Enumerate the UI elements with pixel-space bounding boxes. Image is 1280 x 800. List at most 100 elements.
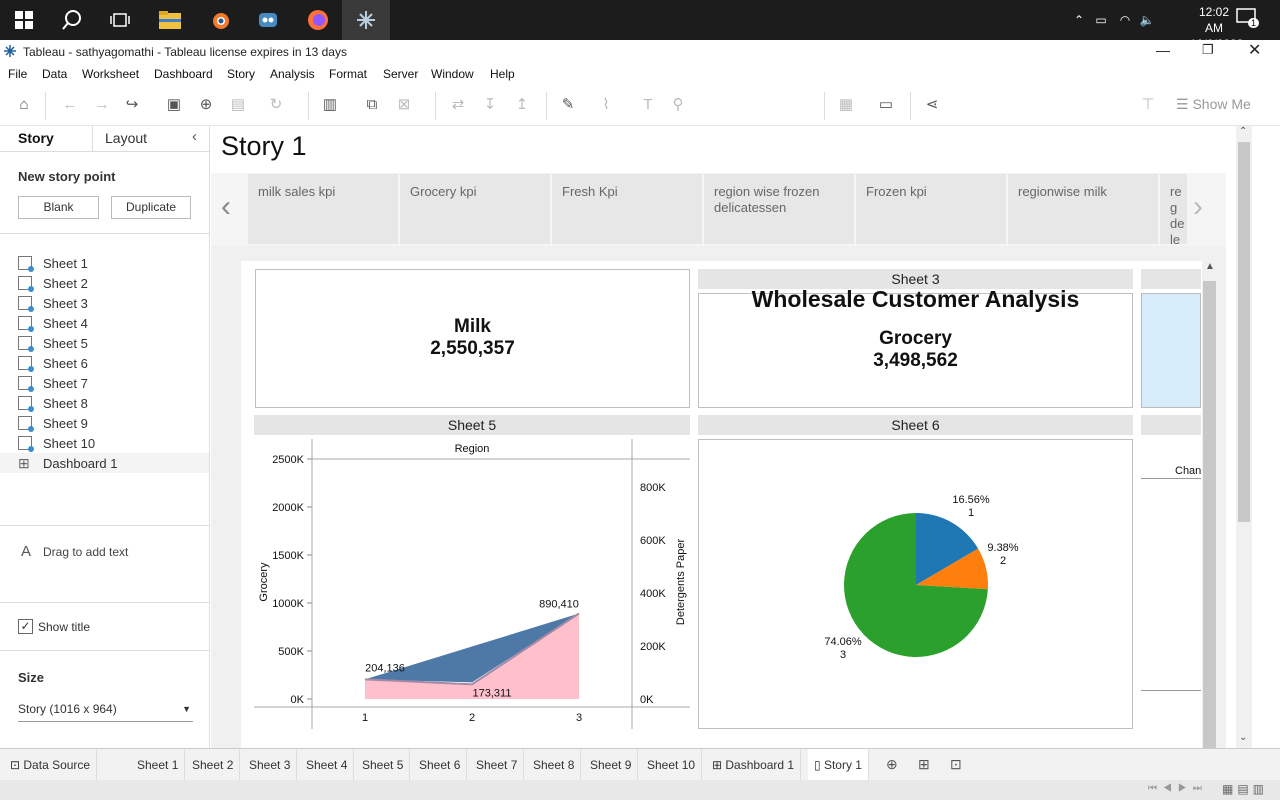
previous-story-point-icon[interactable]: ‹: [221, 190, 231, 224]
sheet-tab[interactable]: Sheet 10: [641, 749, 703, 781]
sheet-list-item[interactable]: Sheet 2: [18, 273, 88, 293]
dashboard-tab[interactable]: ⊞ Dashboard 1: [706, 749, 802, 781]
pin-icon[interactable]: ⚲: [668, 95, 688, 115]
blender-icon[interactable]: [196, 0, 244, 40]
sort-descending-icon[interactable]: ↥: [512, 95, 532, 115]
story-point-tab[interactable]: reg dele: [1160, 174, 1187, 244]
pause-updates-icon[interactable]: ▤: [228, 95, 248, 115]
data-source-tab[interactable]: ⊡ Data Source: [4, 749, 98, 781]
minimize-icon[interactable]: —: [1156, 42, 1170, 58]
story-point-tab[interactable]: regionwise milk: [1008, 174, 1158, 244]
scrollbar-thumb[interactable]: [1203, 281, 1216, 748]
presentation-mode-icon[interactable]: ▭: [876, 95, 896, 115]
replay-icon[interactable]: ↪: [122, 95, 142, 115]
home-icon[interactable]: ⌂: [14, 95, 34, 115]
menu-window[interactable]: Window: [431, 67, 474, 81]
search-icon[interactable]: [48, 0, 96, 40]
text-object-icon[interactable]: A: [21, 543, 31, 560]
close-icon[interactable]: ✕: [1248, 40, 1261, 60]
size-dropdown[interactable]: Story (1016 x 964) ▼: [18, 700, 193, 722]
menu-data[interactable]: Data: [42, 67, 67, 81]
menu-format[interactable]: Format: [329, 67, 367, 81]
firefox-icon[interactable]: [294, 0, 342, 40]
menu-server[interactable]: Server: [383, 67, 418, 81]
tab-story[interactable]: Story: [18, 130, 54, 146]
new-worksheet-tab-icon[interactable]: ⊕: [886, 756, 898, 773]
story-scrollbar[interactable]: ⌃ ⌄: [1236, 126, 1252, 748]
wifi-icon[interactable]: ◠: [1114, 13, 1136, 27]
redo-icon[interactable]: →: [92, 95, 112, 115]
format-paint-icon[interactable]: ⊤: [1138, 95, 1158, 115]
scroll-up-icon[interactable]: ▲: [1205, 261, 1215, 272]
sheet-tab[interactable]: Sheet 9: [584, 749, 639, 781]
file-explorer-icon[interactable]: [146, 0, 194, 40]
next-story-point-icon[interactable]: ›: [1193, 190, 1203, 224]
sheet-list-item[interactable]: Sheet 8: [18, 393, 88, 413]
dashboard-list-item[interactable]: ⊞ Dashboard 1: [0, 453, 209, 473]
new-dashboard-tab-icon[interactable]: ⊞: [918, 756, 930, 773]
save-icon[interactable]: ▣: [164, 95, 184, 115]
sheet-list-item[interactable]: Sheet 6: [18, 353, 88, 373]
collapse-panel-icon[interactable]: ‹: [192, 128, 197, 145]
volume-icon[interactable]: 🔈: [1136, 13, 1158, 27]
scrollbar-thumb[interactable]: [1238, 142, 1250, 522]
battery-icon[interactable]: ▭: [1088, 13, 1114, 27]
scroll-up-icon[interactable]: ⌃: [1239, 126, 1247, 137]
menu-file[interactable]: File: [8, 67, 27, 81]
new-story-tab-icon[interactable]: ⊡: [950, 756, 962, 773]
task-view-icon[interactable]: [96, 0, 144, 40]
notification-icon[interactable]: 1: [1236, 8, 1262, 32]
story-point-tab[interactable]: Frozen kpi: [856, 174, 1006, 244]
duplicate-button[interactable]: Duplicate: [111, 196, 191, 219]
sheet-list-item[interactable]: Sheet 3: [18, 293, 88, 313]
menu-worksheet[interactable]: Worksheet: [82, 67, 139, 81]
menu-story[interactable]: Story: [227, 67, 255, 81]
menu-help[interactable]: Help: [490, 67, 515, 81]
share-icon[interactable]: ⋖: [922, 95, 942, 115]
undo-icon[interactable]: ←: [60, 95, 80, 115]
sheet-list-item[interactable]: Sheet 7: [18, 373, 88, 393]
story-title[interactable]: Story 1: [221, 131, 307, 162]
label-icon[interactable]: T: [638, 95, 658, 115]
sheet-tab[interactable]: Sheet 2: [186, 749, 241, 781]
sort-ascending-icon[interactable]: ↧: [480, 95, 500, 115]
tableau-taskbar-icon[interactable]: [342, 0, 390, 40]
swap-icon[interactable]: ⇄: [448, 95, 468, 115]
tab-layout[interactable]: Layout: [105, 130, 147, 146]
highlight-icon[interactable]: ✎: [558, 95, 578, 115]
scroll-down-icon[interactable]: ⌄: [1239, 732, 1247, 743]
dashboard-scrollbar[interactable]: ▲: [1202, 261, 1217, 748]
show-title-checkbox[interactable]: ✓: [18, 619, 33, 634]
sheet-list-item[interactable]: Sheet 1: [18, 253, 88, 273]
restore-icon[interactable]: ❐: [1202, 42, 1214, 58]
menu-dashboard[interactable]: Dashboard: [154, 67, 213, 81]
story-point-tab[interactable]: milk sales kpi: [248, 174, 398, 244]
show-me-button[interactable]: ☰ Show Me: [1176, 96, 1251, 113]
menu-analysis[interactable]: Analysis: [270, 67, 315, 81]
refresh-icon[interactable]: ↻: [266, 95, 286, 115]
sheet-navigation-icons[interactable]: ⏮◀▶⏭: [1148, 783, 1208, 794]
story-point-tab[interactable]: Grocery kpi: [400, 174, 550, 244]
new-data-source-icon[interactable]: ⊕: [196, 95, 216, 115]
sheet-tab[interactable]: Sheet 5: [356, 749, 411, 781]
sheet-tab[interactable]: Sheet 1: [131, 749, 186, 781]
story-point-tab[interactable]: region wise frozen delicatessen: [704, 174, 854, 244]
view-mode-icons[interactable]: ▦▤▥: [1222, 782, 1268, 796]
sheet-tab[interactable]: Sheet 8: [527, 749, 582, 781]
sheet-list-item[interactable]: Sheet 4: [18, 313, 88, 333]
chevron-up-icon[interactable]: ⌃: [1070, 13, 1088, 27]
show-cards-icon[interactable]: ▦: [836, 95, 856, 115]
sheet-list-item[interactable]: Sheet 10: [18, 433, 95, 453]
sheet-tab[interactable]: Sheet 7: [470, 749, 525, 781]
new-worksheet-icon[interactable]: ▥: [320, 95, 340, 115]
windows-start-icon[interactable]: [0, 0, 48, 40]
godot-icon[interactable]: [244, 0, 292, 40]
drag-to-add-text[interactable]: Drag to add text: [43, 545, 128, 559]
sheet-tab[interactable]: Sheet 3: [243, 749, 298, 781]
blank-button[interactable]: Blank: [18, 196, 99, 219]
sheet-tab[interactable]: Sheet 4: [300, 749, 355, 781]
story-tab-active[interactable]: ▯ Story 1: [808, 749, 869, 781]
sheet-tab[interactable]: Sheet 6: [413, 749, 468, 781]
attach-icon[interactable]: ⌇: [596, 95, 616, 115]
sheet-list-item[interactable]: Sheet 9: [18, 413, 88, 433]
